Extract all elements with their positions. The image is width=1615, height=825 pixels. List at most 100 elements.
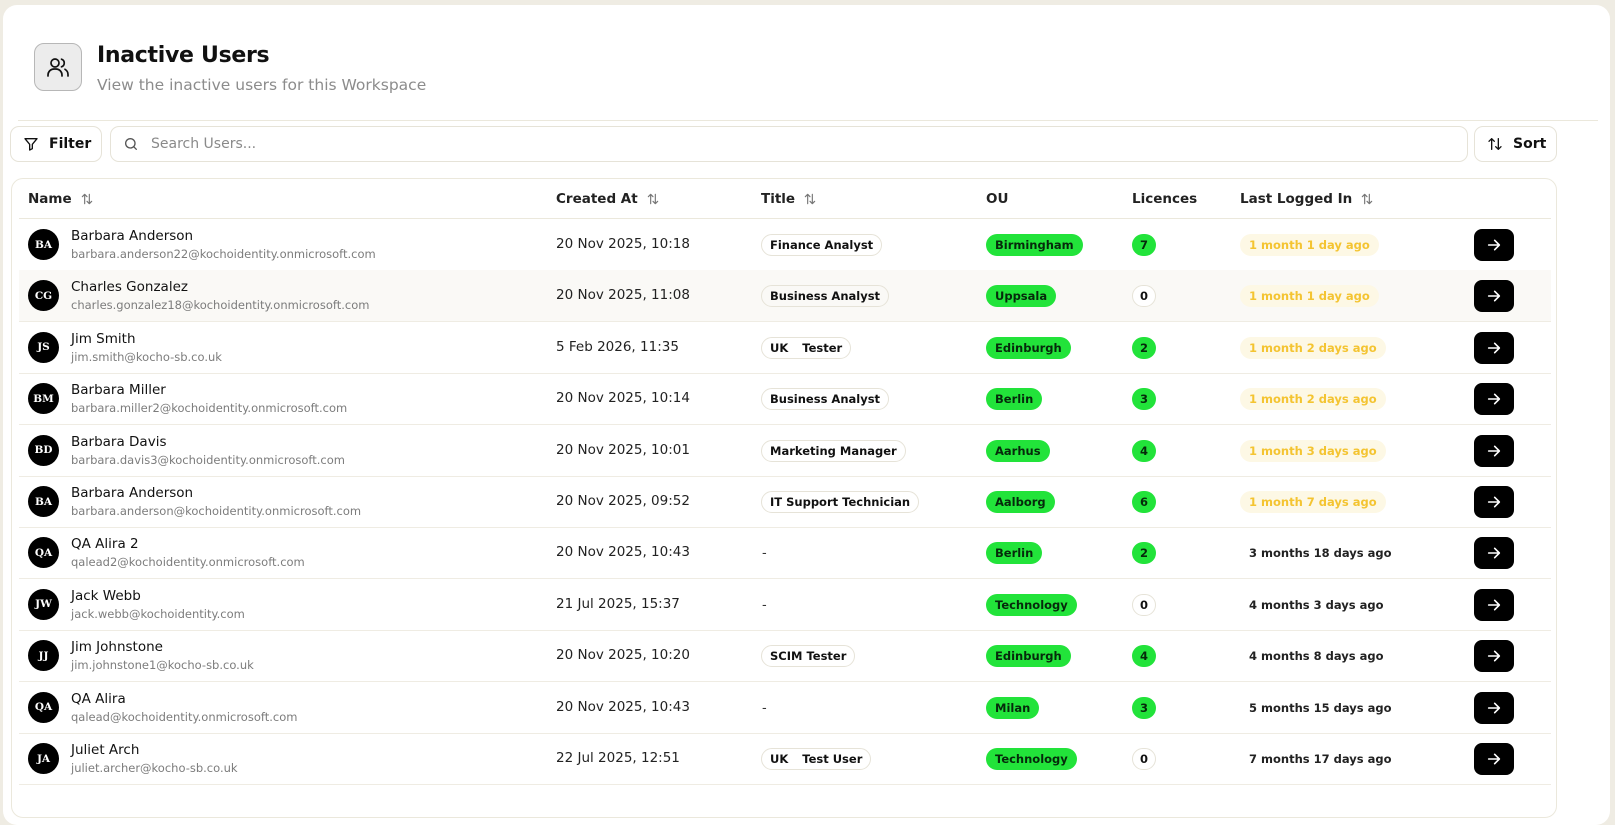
- column-label: Created At: [556, 191, 638, 207]
- title-empty: -: [762, 700, 767, 716]
- column-header-name[interactable]: Name: [28, 179, 94, 219]
- column-header-ou: OU: [986, 179, 1008, 219]
- licence-count-badge: 2: [1132, 336, 1156, 359]
- avatar: JW: [28, 588, 59, 620]
- column-header-title[interactable]: Title: [761, 179, 817, 219]
- sort-icon[interactable]: [1360, 192, 1374, 206]
- open-user-button[interactable]: [1474, 280, 1514, 313]
- ou-badge: Birmingham: [986, 234, 1083, 256]
- header-divider: [18, 120, 1598, 121]
- sort-button[interactable]: Sort: [1474, 126, 1557, 162]
- search-bar[interactable]: [110, 126, 1468, 162]
- ou-badge: Technology: [986, 593, 1077, 616]
- open-user-button[interactable]: [1474, 383, 1514, 416]
- last-logged-in: 1 month 2 days ago: [1240, 388, 1386, 411]
- filter-icon: [24, 138, 38, 151]
- open-user-button[interactable]: [1474, 537, 1514, 570]
- last-logged-in: 1 month 1 day ago: [1240, 285, 1379, 308]
- arrow-right-icon: [1487, 239, 1501, 251]
- last-logged-in: 5 months 15 days ago: [1249, 700, 1392, 715]
- table-row: JA Juliet Arch juliet.archer@kocho-sb.co.u…: [19, 733, 1551, 785]
- licence-count-badge: 7: [1132, 234, 1156, 256]
- arrow-right-icon: [1487, 496, 1501, 508]
- sort-icon[interactable]: [803, 192, 817, 206]
- users-table: Name Created At Title OU Licences Last L…: [11, 178, 1557, 818]
- user-email: barbara.anderson22@kochoidentity.onmicro…: [71, 247, 376, 261]
- open-user-button[interactable]: [1474, 434, 1514, 467]
- last-logged-in: 7 months 17 days ago: [1249, 752, 1392, 766]
- title-empty: -: [762, 546, 767, 562]
- user-email: jack.webb@kochoidentity.com: [71, 606, 245, 621]
- avatar: BD: [28, 434, 59, 466]
- user-name: QA Alira 2: [71, 536, 139, 553]
- sort-icon[interactable]: [80, 192, 94, 206]
- title-part: IT Support Technician: [770, 495, 911, 509]
- title-cell: Marketing Manager: [761, 439, 906, 462]
- arrow-right-icon: [1487, 650, 1501, 662]
- ou-badge: Technology: [986, 748, 1077, 770]
- created-at: 21 Jul 2025, 15:37: [556, 595, 680, 612]
- page-subtitle: View the inactive users for this Workspa…: [97, 76, 427, 94]
- open-user-button[interactable]: [1474, 229, 1514, 261]
- user-name: Barbara Anderson: [71, 485, 194, 501]
- arrow-right-icon: [1487, 702, 1501, 714]
- arrow-right-icon: [1487, 342, 1501, 354]
- licence-count-badge: 2: [1132, 542, 1156, 565]
- search-input[interactable]: [151, 136, 1451, 152]
- title-part: Finance Analyst: [770, 238, 874, 252]
- avatar: BM: [28, 383, 59, 415]
- title-cell: Finance Analyst: [761, 234, 883, 256]
- created-at: 20 Nov 2025, 10:43: [556, 544, 690, 561]
- created-at: 20 Nov 2025, 10:01: [556, 441, 690, 458]
- page-header: Inactive Users View the inactive users f…: [34, 43, 426, 94]
- created-at: 20 Nov 2025, 10:14: [556, 390, 690, 407]
- user-email: jim.smith@kocho-sb.co.uk: [71, 349, 222, 364]
- ou-badge: Aalborg: [986, 491, 1055, 513]
- created-at: 5 Feb 2026, 11:35: [556, 338, 679, 355]
- open-user-button[interactable]: [1474, 331, 1514, 364]
- arrow-right-icon: [1487, 290, 1501, 302]
- column-header-last-logged-in[interactable]: Last Logged In: [1240, 179, 1374, 219]
- open-user-button[interactable]: [1474, 588, 1514, 621]
- last-logged-in: 4 months 8 days ago: [1249, 649, 1384, 664]
- open-user-button[interactable]: [1474, 486, 1514, 518]
- title-badge: UK Test User: [761, 748, 872, 770]
- avatar: CG: [28, 280, 59, 312]
- title-part: UK: [770, 340, 789, 355]
- column-header-licences: Licences: [1132, 179, 1197, 219]
- user-name: Juliet Arch: [71, 742, 140, 758]
- title-cell: UK Test User: [761, 748, 872, 770]
- last-logged-in: 3 months 18 days ago: [1249, 546, 1392, 561]
- ou-badge: Uppsala: [986, 285, 1057, 308]
- arrow-right-icon: [1487, 547, 1501, 559]
- sort-icon[interactable]: [646, 192, 660, 206]
- open-user-button[interactable]: [1474, 691, 1514, 724]
- filter-label: Filter: [49, 136, 92, 152]
- last-logged-in: 1 month 7 days ago: [1240, 491, 1386, 513]
- title-badge: UK Tester: [761, 336, 852, 359]
- arrow-right-icon: [1487, 753, 1501, 765]
- title-badge: SCIM Tester: [761, 645, 856, 668]
- table-row: BD Barbara Davis barbara.davis3@kochoident…: [19, 425, 1551, 477]
- licence-count-badge: 4: [1132, 439, 1156, 462]
- table-row: BA Barbara Anderson barbara.anderson@kocho…: [19, 476, 1551, 528]
- column-label: Name: [28, 191, 72, 207]
- sort-arrows-icon: [1488, 138, 1502, 150]
- arrow-right-icon: [1487, 445, 1501, 457]
- table-row: BA Barbara Anderson barbara.anderson22@koc…: [19, 219, 1551, 271]
- open-user-button[interactable]: [1474, 743, 1514, 775]
- created-at: 20 Nov 2025, 10:18: [556, 236, 690, 252]
- user-email: jim.johnstone1@kocho-sb.co.uk: [71, 658, 254, 673]
- column-header-created[interactable]: Created At: [556, 179, 660, 219]
- title-badge: IT Support Technician: [761, 491, 920, 513]
- open-user-button[interactable]: [1474, 640, 1514, 673]
- avatar: BA: [28, 486, 59, 517]
- table-row: BM Barbara Miller barbara.miller2@kochoide…: [19, 373, 1551, 426]
- arrow-right-icon: [1487, 599, 1501, 611]
- licence-count-badge: 0: [1132, 285, 1156, 308]
- filter-button[interactable]: Filter: [10, 126, 102, 162]
- last-logged-in: 1 month 1 day ago: [1240, 234, 1379, 256]
- licence-count-badge: 0: [1132, 748, 1156, 770]
- users-icon: [34, 43, 82, 91]
- user-email: qalead2@kochoidentity.onmicrosoft.com: [71, 555, 305, 570]
